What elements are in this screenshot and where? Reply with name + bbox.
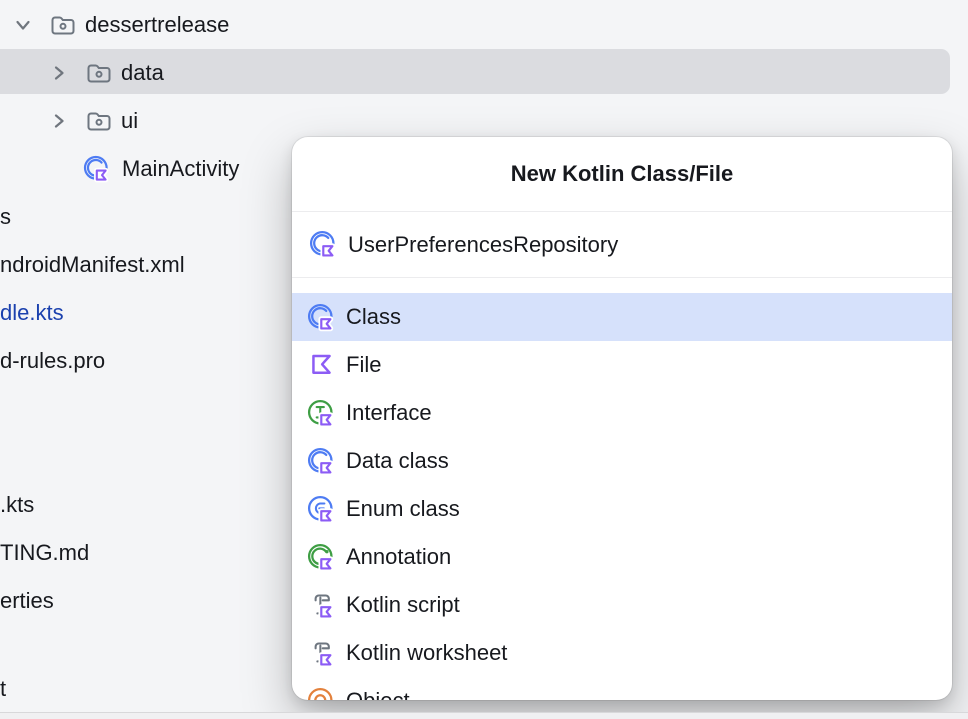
- tree-item-label[interactable]: dessertrelease: [85, 12, 229, 38]
- kotlin-class-icon: [82, 154, 112, 184]
- kind-item-label[interactable]: Kotlin worksheet: [346, 640, 507, 666]
- kind-item-data-class[interactable]: Data class: [292, 437, 952, 485]
- kind-item-enum-class[interactable]: Enum class: [292, 485, 952, 533]
- tree-item-truncated[interactable]: d-rules.pro: [0, 348, 105, 374]
- tree-item-truncated[interactable]: t: [0, 676, 6, 702]
- kind-item-label[interactable]: Data class: [346, 448, 449, 474]
- package-folder-icon: [84, 106, 114, 136]
- kotlin-file-icon: [306, 350, 337, 381]
- kind-item-object[interactable]: Object: [292, 677, 952, 700]
- kind-item-label[interactable]: Kotlin script: [346, 592, 460, 618]
- kotlin-class-icon: [306, 302, 337, 333]
- dialog-title: New Kotlin Class/File: [292, 137, 952, 212]
- tree-item-truncated[interactable]: s: [0, 204, 11, 230]
- kind-item-label[interactable]: Enum class: [346, 496, 460, 522]
- kind-item-label[interactable]: Interface: [346, 400, 432, 426]
- kotlin-script-icon: [306, 590, 337, 621]
- class-name-input[interactable]: UserPreferencesRepository: [292, 212, 952, 278]
- kotlin-class-icon: [306, 446, 337, 477]
- tree-item-truncated[interactable]: erties: [0, 588, 54, 614]
- tree-row-data[interactable]: data: [0, 49, 968, 97]
- tree-item-label[interactable]: MainActivity: [122, 156, 239, 182]
- package-folder-icon: [48, 10, 78, 40]
- tree-item-label[interactable]: ui: [121, 108, 138, 134]
- chevron-down-icon[interactable]: [12, 14, 34, 36]
- kotlin-enum-icon: [306, 494, 337, 525]
- kind-item-kotlin-script[interactable]: Kotlin script: [292, 581, 952, 629]
- tree-item-truncated[interactable]: TING.md: [0, 540, 89, 566]
- kotlin-script-icon: [306, 638, 337, 669]
- kind-item-label[interactable]: File: [346, 352, 381, 378]
- tree-item-label[interactable]: data: [121, 60, 164, 86]
- kotlin-annotation-icon: [306, 542, 337, 573]
- tree-item-truncated[interactable]: .kts: [0, 492, 34, 518]
- tree-item-truncated[interactable]: dle.kts: [0, 300, 64, 326]
- kind-item-kotlin-worksheet[interactable]: Kotlin worksheet: [292, 629, 952, 677]
- kind-item-annotation[interactable]: Annotation: [292, 533, 952, 581]
- chevron-right-icon[interactable]: [48, 62, 70, 84]
- kind-item-class[interactable]: Class: [292, 293, 952, 341]
- tree-item-truncated[interactable]: ndroidManifest.xml: [0, 252, 185, 278]
- tree-row-dessertrelease[interactable]: dessertrelease: [0, 1, 968, 49]
- class-name-value[interactable]: UserPreferencesRepository: [348, 232, 618, 258]
- kind-item-interface[interactable]: Interface: [292, 389, 952, 437]
- kotlin-interface-icon: [306, 398, 337, 429]
- kind-item-label[interactable]: Annotation: [346, 544, 451, 570]
- kind-item-file[interactable]: File: [292, 341, 952, 389]
- kind-item-label[interactable]: Object: [346, 688, 410, 700]
- new-kotlin-class-dialog: New Kotlin Class/File UserPreferencesRep…: [292, 137, 952, 700]
- package-folder-icon: [84, 58, 114, 88]
- kind-item-label[interactable]: Class: [346, 304, 401, 330]
- chevron-right-icon[interactable]: [48, 110, 70, 132]
- kotlin-class-icon: [308, 229, 339, 260]
- kotlin-object-icon: [306, 686, 337, 701]
- kind-list: Class File Interface Data class Enum cla…: [292, 278, 952, 700]
